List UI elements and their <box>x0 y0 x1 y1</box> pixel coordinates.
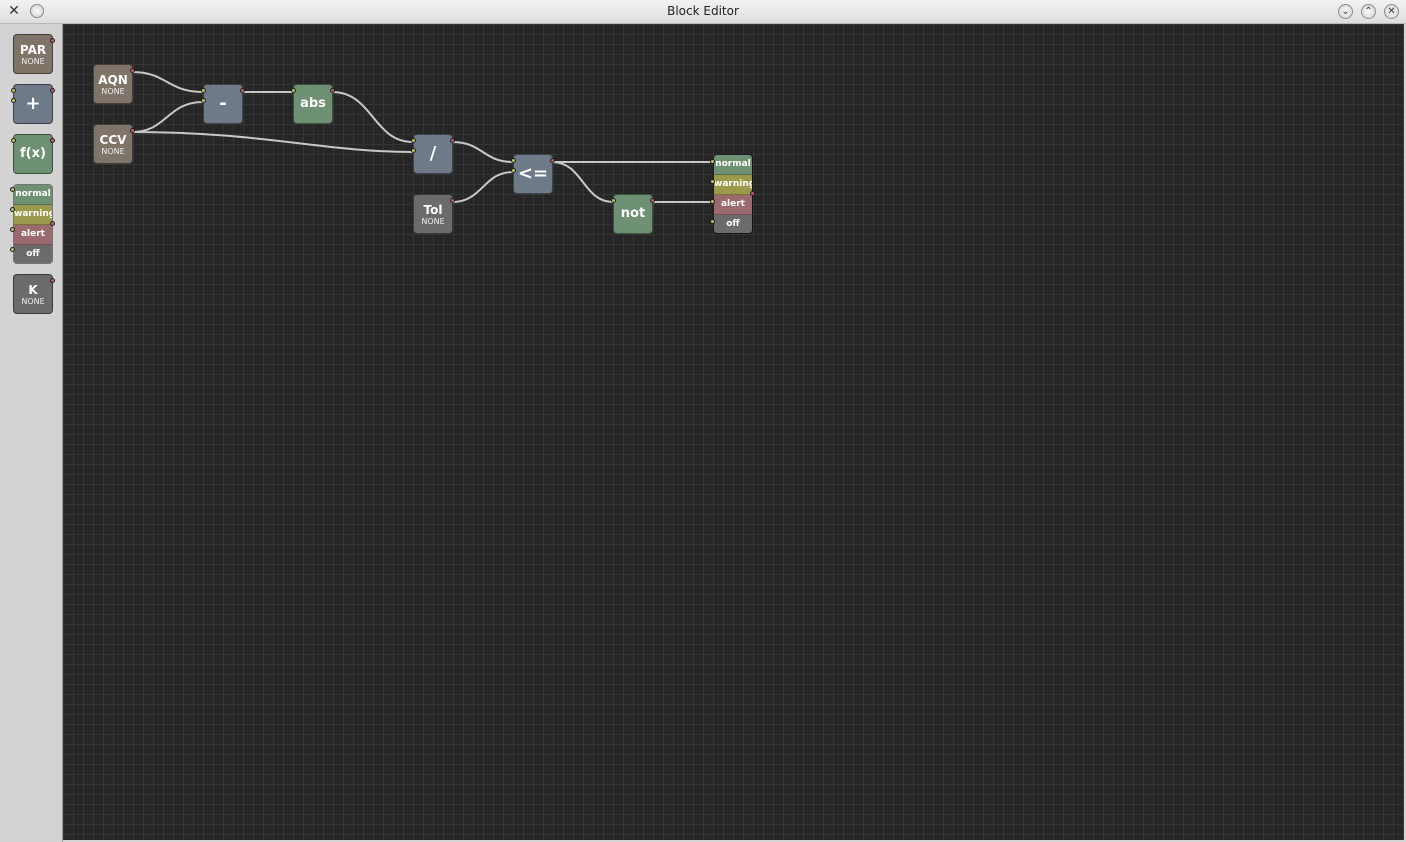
status-off: off <box>714 215 752 233</box>
palette-parameter-block[interactable]: PAR NONE <box>13 34 55 74</box>
output-port[interactable] <box>750 191 755 196</box>
maximize-button[interactable]: ⌃ <box>1361 4 1376 19</box>
status-normal: normal <box>714 155 752 175</box>
input-port[interactable] <box>201 88 206 93</box>
input-port[interactable] <box>611 198 616 203</box>
palette-parameter-value: NONE <box>21 57 45 66</box>
input-port[interactable] <box>201 98 206 103</box>
function-label: f(x) <box>20 146 46 161</box>
status-alert: alert <box>14 225 52 245</box>
palette-function-block[interactable]: f(x) <box>11 134 55 174</box>
ccv-name: CCV <box>99 133 127 147</box>
palette-constant-name: K <box>28 283 38 297</box>
output-port[interactable] <box>330 88 335 93</box>
window-title: Block Editor <box>667 4 739 18</box>
input-port[interactable] <box>11 98 16 103</box>
not-function-block[interactable]: not <box>611 194 655 234</box>
status-off: off <box>14 245 52 263</box>
output-port[interactable] <box>50 278 55 283</box>
wire-ccv-to-divide[interactable] <box>131 131 414 153</box>
input-port[interactable] <box>291 88 296 93</box>
not-label: not <box>620 206 646 221</box>
ccv-value: NONE <box>101 147 125 156</box>
output-port[interactable] <box>130 68 135 73</box>
output-port[interactable] <box>550 158 555 163</box>
minus-symbol: - <box>219 93 227 114</box>
input-port[interactable] <box>11 88 16 93</box>
input-port[interactable] <box>10 187 15 192</box>
input-port[interactable] <box>11 138 16 143</box>
tol-name: Tol <box>423 203 443 217</box>
wire-aqn-to-minus[interactable] <box>131 71 204 93</box>
abs-function-block[interactable]: abs <box>291 84 335 124</box>
palette-parameter-name: PAR <box>19 43 47 57</box>
palette-add-block[interactable]: + <box>11 84 55 124</box>
status-alert: alert <box>714 195 752 215</box>
divide-symbol: / <box>429 143 437 164</box>
wire-lte-to-not[interactable] <box>551 161 614 203</box>
minus-operator-block[interactable]: - <box>201 84 245 124</box>
close-icon: ✕ <box>1387 6 1396 17</box>
wire-divide-to-lte[interactable] <box>451 141 514 163</box>
wires-layer <box>131 71 713 203</box>
palette-constant-value: NONE <box>21 297 45 306</box>
output-port[interactable] <box>50 138 55 143</box>
output-port[interactable] <box>450 198 455 203</box>
status-warning: warning <box>714 175 752 195</box>
chevron-up-icon: ⌃ <box>1364 6 1373 17</box>
aqn-name: AQN <box>98 73 128 87</box>
lte-operator-block[interactable]: <= <box>511 154 555 194</box>
status-warning: warning <box>14 205 52 225</box>
palette-status-block[interactable]: normal warning alert off <box>13 184 53 264</box>
tol-value: NONE <box>421 217 445 226</box>
palette-constant-block[interactable]: K NONE <box>13 274 55 314</box>
aqn-parameter-block[interactable]: AQN NONE <box>93 64 135 104</box>
input-port[interactable] <box>710 179 715 184</box>
input-port[interactable] <box>10 207 15 212</box>
status-output-block[interactable]: normal warning alert off <box>713 154 753 234</box>
close-button[interactable]: ✕ <box>1384 4 1399 19</box>
input-port[interactable] <box>10 247 15 252</box>
output-port[interactable] <box>240 88 245 93</box>
input-port[interactable] <box>710 199 715 204</box>
status-normal: normal <box>14 185 52 205</box>
aqn-value: NONE <box>101 87 125 96</box>
minimize-button[interactable]: ⌄ <box>1338 4 1353 19</box>
input-port[interactable] <box>710 219 715 224</box>
input-port[interactable] <box>411 148 416 153</box>
output-port[interactable] <box>50 221 55 226</box>
input-port[interactable] <box>10 227 15 232</box>
output-port[interactable] <box>650 198 655 203</box>
output-port[interactable] <box>50 88 55 93</box>
output-port[interactable] <box>50 38 55 43</box>
input-port[interactable] <box>511 158 516 163</box>
wire-tol-to-lte[interactable] <box>451 171 514 203</box>
chevron-down-icon: ⌄ <box>1341 6 1350 17</box>
divide-operator-block[interactable]: / <box>411 134 455 174</box>
wire-abs-to-divide[interactable] <box>331 91 414 143</box>
abs-label: abs <box>300 96 326 111</box>
input-port[interactable] <box>511 168 516 173</box>
output-port[interactable] <box>450 138 455 143</box>
add-symbol: + <box>25 93 41 114</box>
block-palette: PAR NONE + f(x) normal warning alert off… <box>0 24 63 842</box>
input-port[interactable] <box>411 138 416 143</box>
editor-canvas[interactable]: AQN NONE CCV NONE - abs / Tol NONE <= no… <box>63 24 1404 840</box>
title-bar: ✕ Block Editor ⌄ ⌃ ✕ <box>0 0 1406 24</box>
input-port[interactable] <box>710 159 715 164</box>
output-port[interactable] <box>130 128 135 133</box>
ccv-parameter-block[interactable]: CCV NONE <box>93 124 135 164</box>
wire-ccv-to-minus[interactable] <box>131 101 204 133</box>
tol-constant-block[interactable]: Tol NONE <box>413 194 455 234</box>
lte-symbol: <= <box>517 163 549 184</box>
